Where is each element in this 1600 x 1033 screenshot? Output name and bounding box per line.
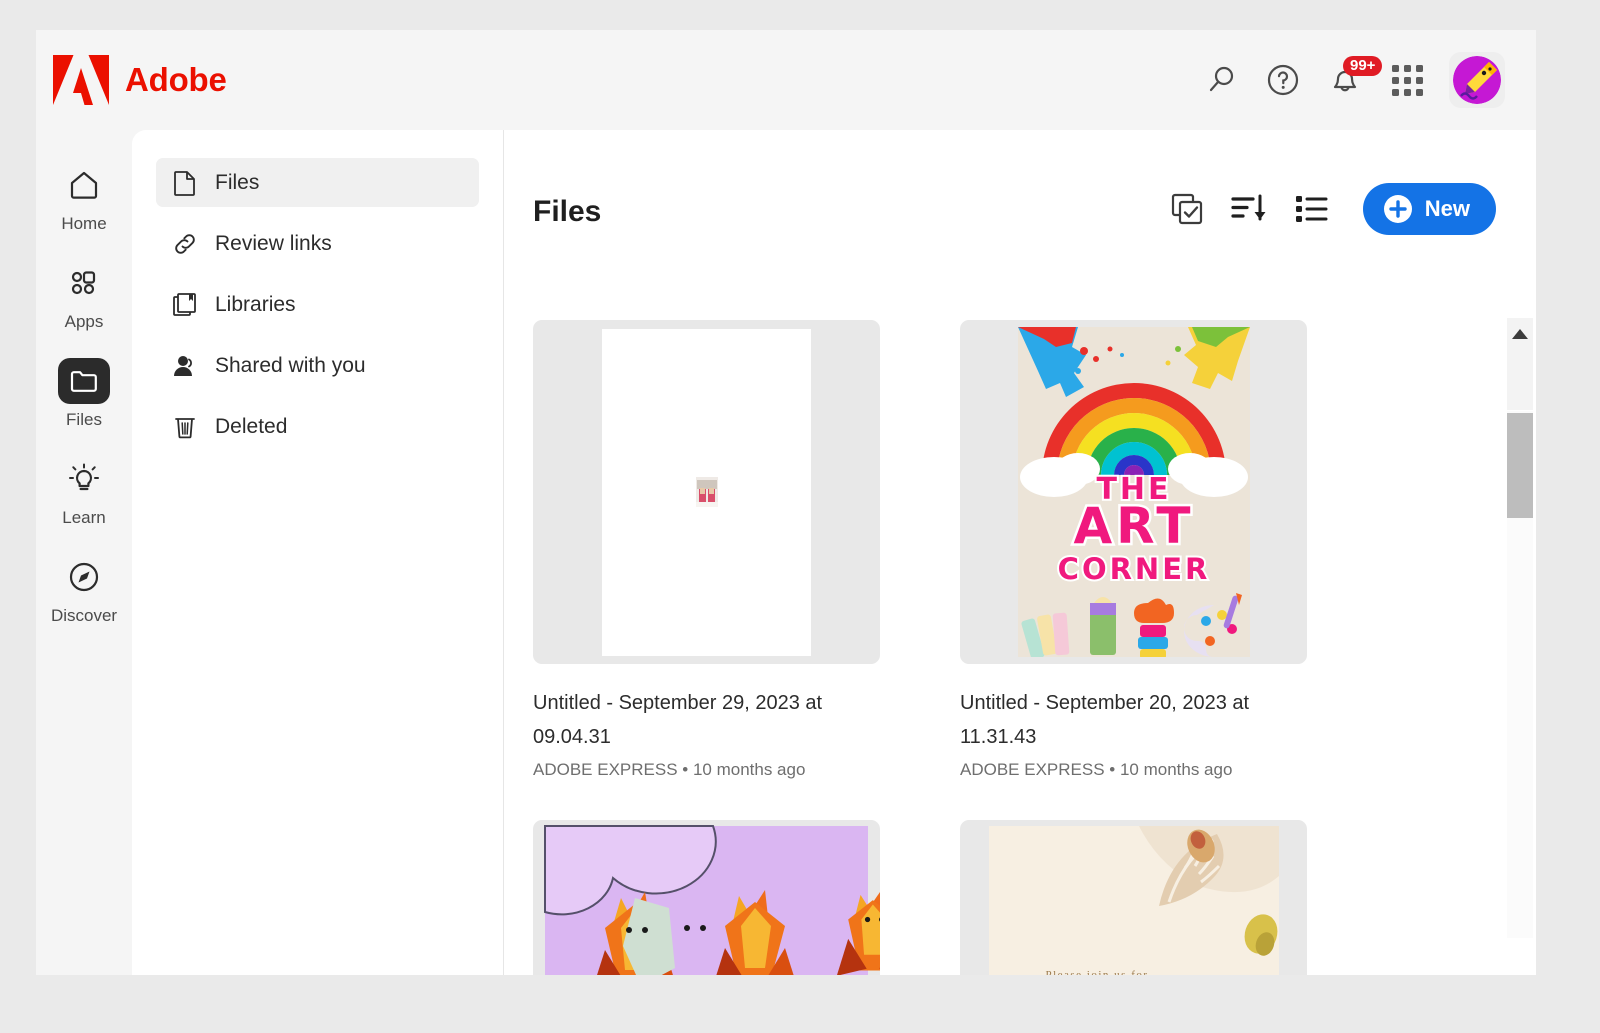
rail-item-label: Home: [61, 214, 106, 234]
notifications-button[interactable]: 99+: [1319, 54, 1371, 106]
person-icon: [172, 353, 198, 379]
rail-item-label: Apps: [65, 312, 104, 332]
triangle-up-icon: [1511, 328, 1529, 340]
brand-name: Adobe: [125, 61, 227, 99]
apps-icon: [67, 266, 101, 300]
nav-item-libraries[interactable]: Libraries: [156, 280, 479, 329]
mimis-sendoff-artwork: Please join us for Mimi's Send-off: [989, 826, 1279, 975]
document-sheet: [602, 329, 811, 656]
sort-icon: [1230, 191, 1268, 227]
svg-text:CORNER: CORNER: [1057, 552, 1210, 586]
content-card: Files Review links: [132, 130, 1536, 975]
main-pane: Files: [505, 130, 1536, 975]
rail-item-learn[interactable]: Learn: [41, 456, 127, 528]
notification-badge: 99+: [1343, 56, 1382, 76]
rail-item-label: Discover: [51, 606, 117, 626]
new-button-label: New: [1425, 196, 1470, 222]
select-multiple-icon: [1169, 191, 1205, 227]
nav-item-label: Shared with you: [215, 354, 366, 378]
link-icon: [172, 231, 198, 257]
sort-button[interactable]: [1227, 187, 1271, 231]
app-switcher-button[interactable]: [1381, 54, 1433, 106]
origami-foxes-artwork: [533, 820, 880, 975]
nav-item-review-links[interactable]: Review links: [156, 219, 479, 268]
scrollbar-thumb[interactable]: [1507, 413, 1533, 518]
svg-text:Please join us for: Please join us for: [1045, 969, 1148, 975]
folder-icon: [68, 365, 100, 397]
file-card[interactable]: THE ART CORNER: [960, 320, 1307, 780]
files-grid: Untitled - September 29, 2023 at 09.04.3…: [505, 265, 1536, 975]
toolbar-actions: New: [1165, 183, 1496, 235]
nav-item-label: Files: [215, 171, 259, 195]
file-title: Untitled - September 29, 2023 at 09.04.3…: [533, 686, 880, 754]
left-rail: Home Apps Files: [36, 130, 132, 975]
art-corner-poster-artwork: THE ART CORNER: [1018, 327, 1250, 657]
nav-panel: Files Review links: [132, 130, 504, 975]
trash-icon: [173, 414, 197, 440]
trash-icon-wrap: [172, 414, 198, 440]
link-icon-wrap: [172, 231, 198, 257]
file-meta: ADOBE EXPRESS • 10 months ago: [533, 760, 880, 780]
nav-item-shared-with-you[interactable]: Shared with you: [156, 341, 479, 390]
rail-item-discover[interactable]: Discover: [41, 554, 127, 626]
library-icon: [172, 292, 198, 318]
rail-item-label: Learn: [62, 508, 105, 528]
nav-item-label: Deleted: [215, 415, 287, 439]
compass-icon: [67, 560, 101, 594]
apps-icon-box: [58, 260, 110, 306]
global-header: Adobe 99+: [36, 30, 1536, 130]
page-title: Files: [533, 195, 601, 229]
rail-item-label: Files: [66, 410, 102, 430]
nav-item-deleted[interactable]: Deleted: [156, 402, 479, 451]
tiny-photo-icon: [696, 477, 718, 507]
art-corner-poster-thumbnail[interactable]: THE ART CORNER: [960, 320, 1307, 664]
help-circle-icon: [1266, 63, 1300, 97]
help-button[interactable]: [1257, 54, 1309, 106]
compass-icon-box: [58, 554, 110, 600]
file-card[interactable]: [533, 820, 880, 975]
nav-item-files[interactable]: Files: [156, 158, 479, 207]
home-icon: [67, 168, 101, 202]
nav-item-label: Libraries: [215, 293, 296, 317]
app-grid-icon: [1392, 65, 1423, 96]
rail-item-files[interactable]: Files: [41, 358, 127, 430]
select-multiple-button[interactable]: [1165, 187, 1209, 231]
list-view-icon: [1293, 192, 1329, 226]
main-toolbar: Files: [505, 130, 1536, 265]
avatar-pencil-icon: [1453, 56, 1501, 104]
folder-icon-box: [58, 358, 110, 404]
file-card[interactable]: Untitled - September 29, 2023 at 09.04.3…: [533, 320, 880, 780]
svg-text:ART: ART: [1073, 497, 1194, 555]
app-window: Adobe 99+: [36, 30, 1536, 975]
new-button[interactable]: New: [1363, 183, 1496, 235]
origami-foxes-thumbnail[interactable]: [533, 820, 880, 975]
document-icon: [173, 170, 197, 196]
adobe-logo-icon: [53, 55, 109, 105]
content-scrollbar[interactable]: [1507, 318, 1533, 938]
file-meta: ADOBE EXPRESS • 10 months ago: [960, 760, 1307, 780]
library-icon-wrap: [172, 292, 198, 318]
person-icon-wrap: [172, 353, 198, 379]
view-toggle-button[interactable]: [1289, 187, 1333, 231]
mimis-sendoff-invitation-thumbnail[interactable]: Please join us for Mimi's Send-off: [960, 820, 1307, 975]
adobe-brand[interactable]: Adobe: [53, 55, 227, 105]
document-icon-wrap: [172, 170, 198, 196]
rail-item-home[interactable]: Home: [41, 162, 127, 234]
scroll-up-button[interactable]: [1507, 318, 1533, 410]
search-button[interactable]: [1195, 54, 1247, 106]
lightbulb-icon: [67, 462, 101, 496]
home-icon-box: [58, 162, 110, 208]
rail-item-apps[interactable]: Apps: [41, 260, 127, 332]
plus-circle-icon: [1383, 194, 1413, 224]
search-icon: [1204, 63, 1238, 97]
file-card[interactable]: Please join us for Mimi's Send-off: [960, 820, 1307, 975]
account-avatar-button[interactable]: [1449, 52, 1505, 108]
blank-document-thumbnail[interactable]: [533, 320, 880, 664]
nav-item-label: Review links: [215, 232, 332, 256]
header-actions: 99+: [1195, 52, 1505, 108]
lightbulb-icon-box: [58, 456, 110, 502]
file-title: Untitled - September 20, 2023 at 11.31.4…: [960, 686, 1307, 754]
